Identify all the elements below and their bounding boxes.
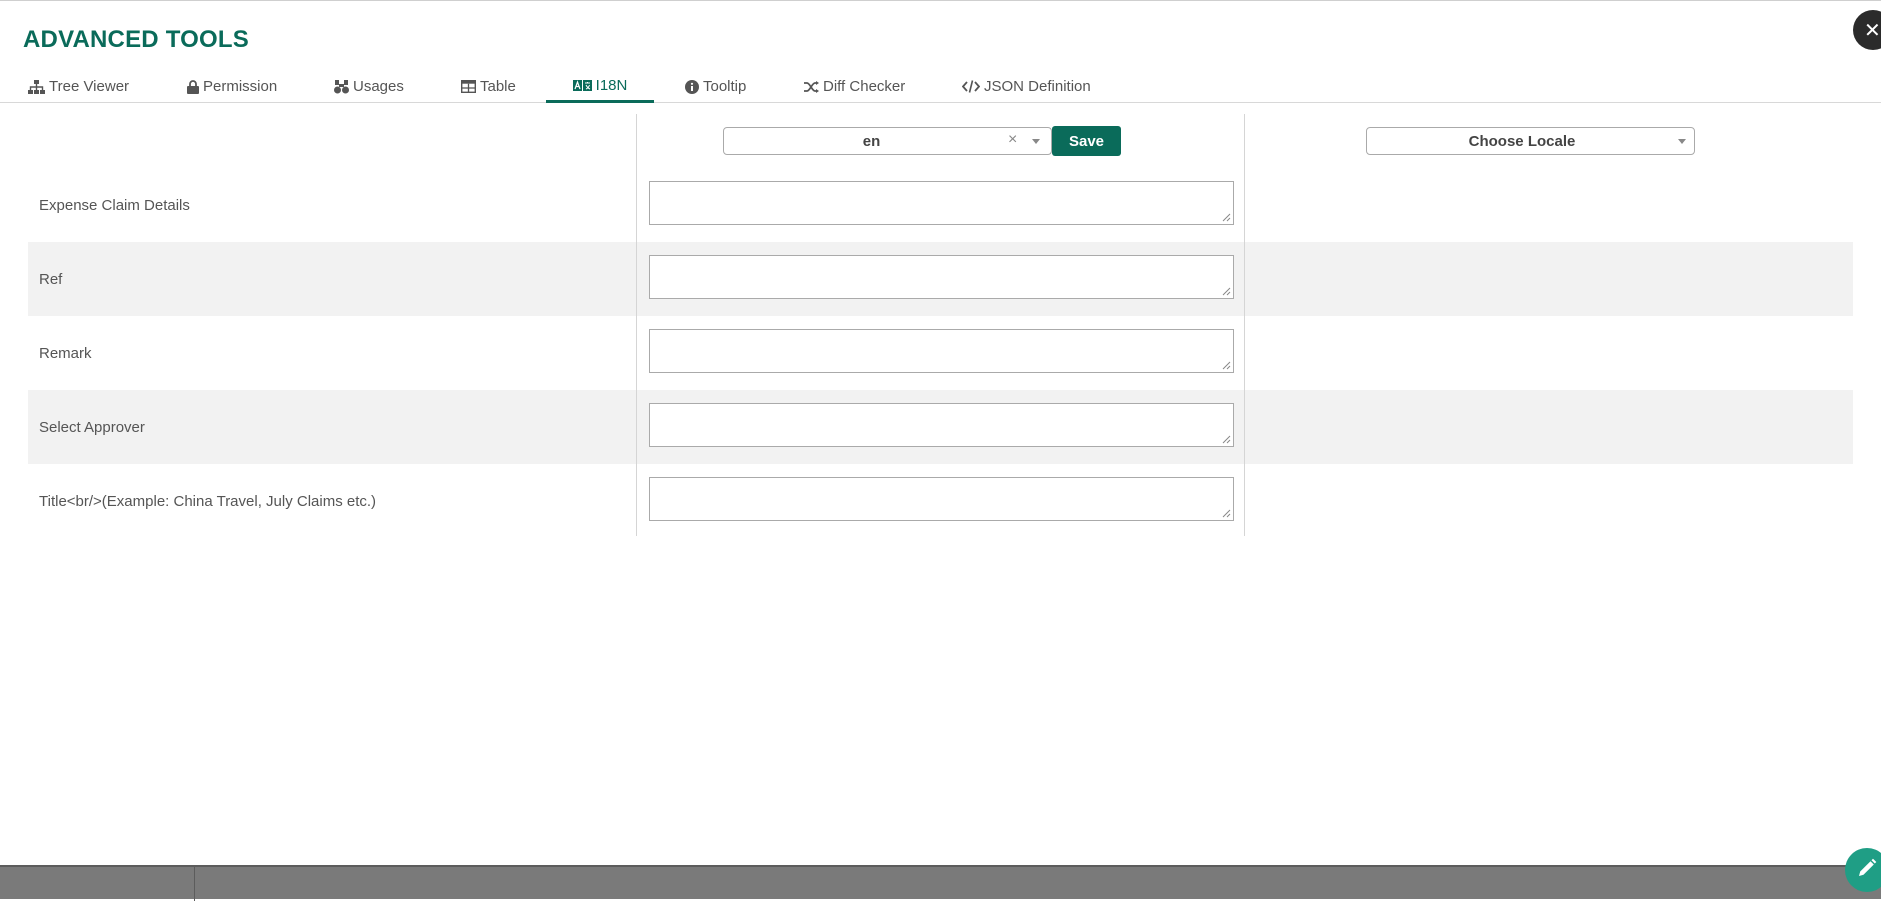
- column-divider: [636, 114, 637, 536]
- binoculars-icon: [334, 79, 349, 94]
- resize-grip-icon[interactable]: [1222, 213, 1231, 222]
- table-row: Select Approver: [28, 390, 1853, 464]
- table-row: Remark: [28, 316, 1853, 390]
- tab-label: Usages: [353, 78, 404, 95]
- tab-label: Table: [480, 78, 516, 95]
- random-icon: [804, 80, 819, 93]
- page-title: ADVANCED TOOLS: [23, 26, 249, 53]
- resize-grip-icon[interactable]: [1222, 509, 1231, 518]
- language-icon: [572, 79, 592, 91]
- tab-label: Permission: [203, 78, 278, 95]
- table-icon: [461, 80, 476, 93]
- column-divider: [1244, 114, 1245, 536]
- tab-i18n[interactable]: I18N: [546, 70, 654, 103]
- tab-tooltip[interactable]: Tooltip: [685, 70, 746, 103]
- tab-usages[interactable]: Usages: [334, 70, 404, 103]
- table-row: Expense Claim Details: [28, 168, 1853, 242]
- row-label: Ref: [39, 270, 63, 288]
- footer-bar: [0, 865, 1881, 901]
- tab-permission[interactable]: Permission: [187, 70, 277, 103]
- edit-button[interactable]: [1845, 848, 1881, 892]
- row-label: Select Approver: [39, 418, 145, 436]
- info-circle-icon: [685, 79, 699, 94]
- top-divider: [0, 0, 1881, 1]
- i18n-table: Expense Claim Details Ref Remark Select …: [28, 114, 1853, 536]
- tab-label: Diff Checker: [823, 78, 906, 95]
- table-row: Title<br/>(Example: China Travel, July C…: [28, 464, 1853, 538]
- translation-input[interactable]: [649, 477, 1234, 521]
- resize-grip-icon[interactable]: [1222, 435, 1231, 444]
- code-icon: [962, 80, 980, 93]
- translation-input[interactable]: [649, 181, 1234, 225]
- tab-bar: Tree Viewer Permission Usages Table I18N…: [0, 70, 1881, 103]
- tab-json-definition[interactable]: JSON Definition: [962, 70, 1091, 103]
- tab-label: Tooltip: [703, 78, 747, 95]
- row-label: Title<br/>(Example: China Travel, July C…: [39, 492, 377, 510]
- tab-label: I18N: [595, 76, 628, 94]
- resize-grip-icon[interactable]: [1222, 361, 1231, 370]
- footer-divider: [194, 867, 195, 901]
- lock-icon: [187, 79, 199, 94]
- row-label: Remark: [39, 344, 92, 362]
- tab-tree-viewer[interactable]: Tree Viewer: [28, 70, 129, 103]
- table-row: Ref: [28, 242, 1853, 316]
- close-icon: ✕: [1864, 19, 1881, 42]
- tab-diff-checker[interactable]: Diff Checker: [804, 70, 905, 103]
- tab-table[interactable]: Table: [461, 70, 516, 103]
- translation-input[interactable]: [649, 255, 1234, 299]
- close-button[interactable]: ✕: [1853, 10, 1881, 50]
- translation-input[interactable]: [649, 329, 1234, 373]
- row-label: Expense Claim Details: [39, 196, 190, 214]
- translation-input[interactable]: [649, 403, 1234, 447]
- tab-label: JSON Definition: [984, 78, 1091, 95]
- sitemap-icon: [28, 79, 45, 94]
- resize-grip-icon[interactable]: [1222, 287, 1231, 296]
- tab-label: Tree Viewer: [49, 78, 130, 95]
- pencil-icon: [1857, 858, 1877, 883]
